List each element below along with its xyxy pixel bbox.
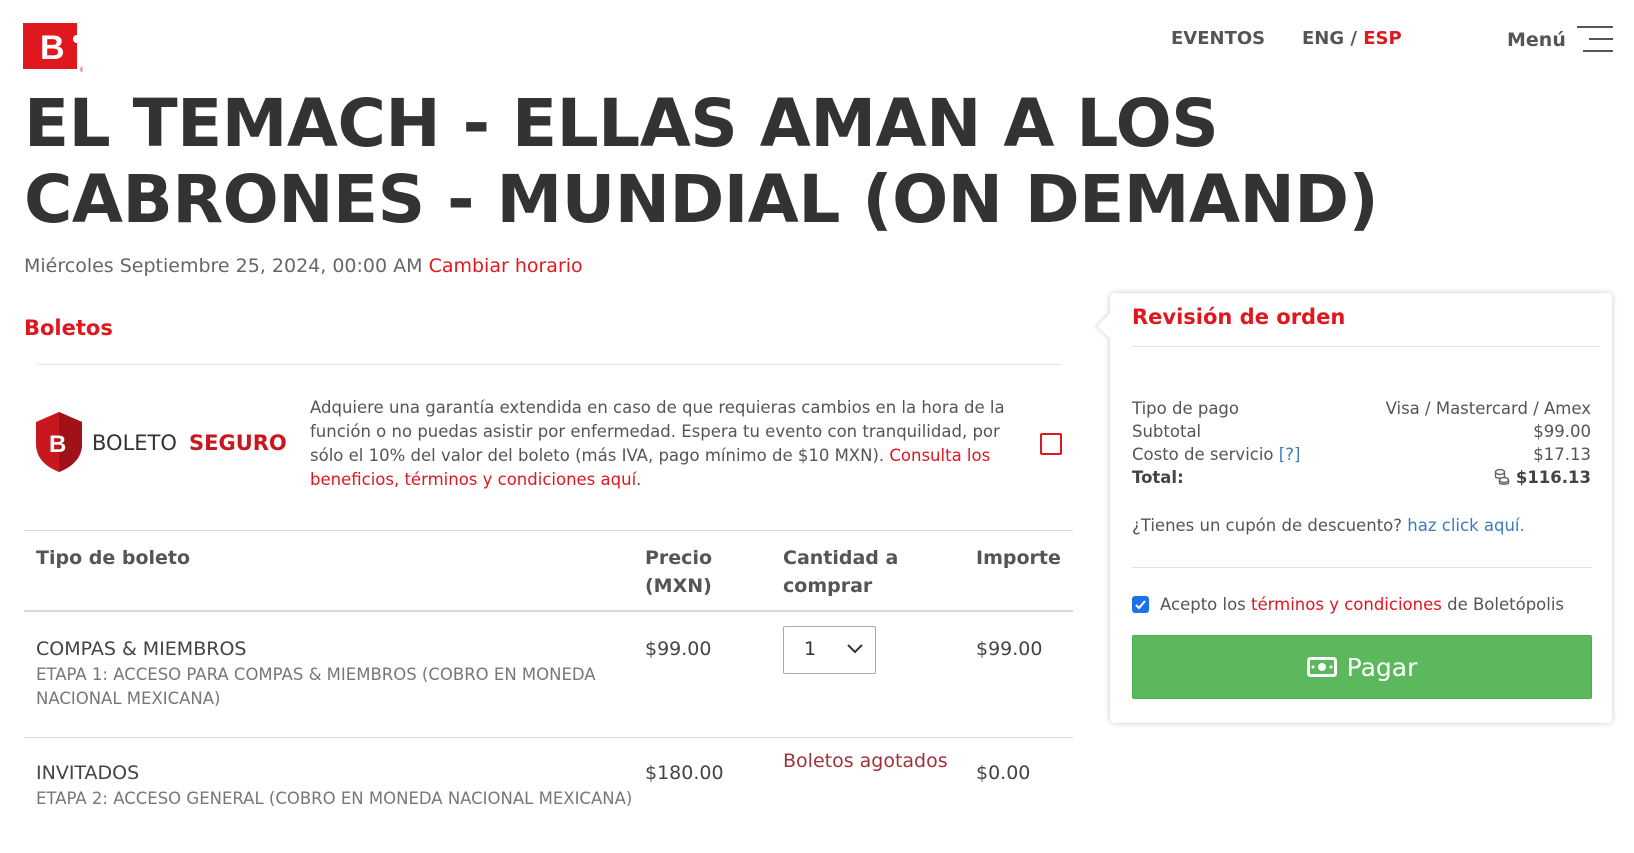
quantity-select[interactable]: 1 xyxy=(783,626,876,674)
service-fee-label: Costo de servicio xyxy=(1132,445,1274,464)
pay-button-label: Pagar xyxy=(1346,652,1418,682)
money-bill-icon xyxy=(1306,657,1337,677)
terms-link[interactable]: términos y condiciones xyxy=(1251,595,1442,614)
terms-checkbox[interactable] xyxy=(1132,596,1149,613)
ticket-name: INVITADOS xyxy=(36,762,140,784)
panel-pointer xyxy=(1097,313,1123,339)
table-row: INVITADOS ETAPA 2: ACCESO GENERAL (COBRO… xyxy=(24,738,1073,853)
service-fee-row: Costo de servicio [?] $17.13 xyxy=(1132,445,1591,464)
order-review-title: Revisión de orden xyxy=(1132,305,1346,329)
event-date: Miércoles Septiembre 25, 2024, 00:00 AM … xyxy=(24,255,583,277)
lang-eng-link[interactable]: ENG xyxy=(1302,28,1344,49)
lang-esp-link[interactable]: ESP xyxy=(1363,28,1401,49)
table-row: COMPAS & MIEMBROS ETAPA 1: ACCESO PARA C… xyxy=(24,612,1073,738)
language-switcher[interactable]: ENG / ESP xyxy=(1302,28,1402,52)
ticket-amount: $0.00 xyxy=(976,762,1031,784)
divider xyxy=(1132,567,1592,568)
tickets-section-title: Boletos xyxy=(24,316,113,340)
ticket-name: COMPAS & MIEMBROS xyxy=(36,638,247,660)
pay-button[interactable]: Pagar xyxy=(1132,635,1592,699)
ticket-description: ETAPA 2: ACCESO GENERAL (COBRO EN MONEDA… xyxy=(36,789,633,808)
payment-type-value: Visa / Mastercard / Amex xyxy=(1385,399,1591,418)
total-value-wrap: $116.13 xyxy=(1494,468,1591,487)
change-schedule-link[interactable]: Cambiar horario xyxy=(429,255,583,277)
svg-text:®: ® xyxy=(79,66,83,73)
column-header-price: Precio (MXN) xyxy=(645,544,712,600)
order-review-panel: Revisión de orden Tipo de pago Visa / Ma… xyxy=(1097,293,1612,723)
svg-text:B: B xyxy=(49,431,66,458)
ticket-amount: $99.00 xyxy=(976,638,1043,660)
ticket-price: $99.00 xyxy=(645,638,712,660)
coupon-text: ¿Tienes un cupón de descuento? xyxy=(1132,516,1403,535)
boleto-seguro-logo: B BOLETO SEGURO xyxy=(34,410,294,474)
boleto-seguro-link-suffix: . xyxy=(636,470,642,489)
total-row: Total: $116.13 xyxy=(1132,468,1591,487)
boleto-seguro-logo-light-text: BOLETO xyxy=(92,431,177,455)
sold-out-status: Boletos agotados xyxy=(783,750,948,772)
chevron-down-icon xyxy=(847,644,863,654)
column-header-qty-line2: comprar xyxy=(783,575,873,597)
site-logo[interactable]: B ® xyxy=(23,23,86,74)
payment-type-row: Tipo de pago Visa / Mastercard / Amex xyxy=(1132,399,1591,418)
subtotal-value: $99.00 xyxy=(1533,422,1591,441)
nav-eventos-link[interactable]: EVENTOS xyxy=(1171,28,1265,52)
ticket-price: $180.00 xyxy=(645,762,724,784)
divider xyxy=(1132,346,1600,347)
column-header-price-line1: Precio xyxy=(645,547,713,569)
payment-type-label: Tipo de pago xyxy=(1132,399,1239,418)
lang-separator: / xyxy=(1344,28,1364,49)
coins-icon xyxy=(1494,468,1510,485)
terms-label: Acepto los términos y condiciones de Bol… xyxy=(1160,595,1564,614)
total-label: Total: xyxy=(1132,468,1184,487)
coupon-link[interactable]: haz click aquí. xyxy=(1407,516,1524,535)
service-fee-help-link[interactable]: [?] xyxy=(1279,445,1301,464)
total-value: $116.13 xyxy=(1515,468,1591,487)
logo-letter: B xyxy=(40,29,65,67)
boleto-seguro-checkbox[interactable] xyxy=(1040,433,1062,455)
table-header: Tipo de boleto Precio (MXN) Cantidad a c… xyxy=(24,530,1073,612)
column-header-price-line2: (MXN) xyxy=(645,575,712,597)
event-date-text: Miércoles Septiembre 25, 2024, 00:00 AM xyxy=(24,255,423,277)
terms-prefix: Acepto los xyxy=(1160,595,1246,614)
column-header-amount: Importe xyxy=(976,547,1061,569)
boleto-seguro-description: Adquiere una garantía extendida en caso … xyxy=(310,396,1010,492)
column-header-qty-line1: Cantidad a xyxy=(783,547,899,569)
subtotal-row: Subtotal $99.00 xyxy=(1132,422,1591,441)
quantity-value: 1 xyxy=(804,638,817,660)
menu-label[interactable]: Menú xyxy=(1507,29,1566,51)
checkmark-icon xyxy=(1135,600,1146,610)
event-title: EL TEMACH - ELLAS AMAN A LOS CABRONES - … xyxy=(24,85,1379,238)
divider xyxy=(37,364,1061,365)
subtotal-label: Subtotal xyxy=(1132,422,1202,441)
terms-suffix: de Boletópolis xyxy=(1447,595,1565,614)
ticket-description: ETAPA 1: ACCESO PARA COMPAS & MIEMBROS (… xyxy=(36,665,596,708)
hamburger-menu-icon[interactable] xyxy=(1577,26,1613,54)
column-header-type: Tipo de boleto xyxy=(36,547,191,569)
service-fee-value: $17.13 xyxy=(1533,445,1591,464)
boleto-seguro-logo-bold-text: SEGURO xyxy=(189,431,287,455)
coupon-prompt: ¿Tienes un cupón de descuento? haz click… xyxy=(1132,516,1525,535)
column-header-quantity: Cantidad a comprar xyxy=(783,544,898,600)
